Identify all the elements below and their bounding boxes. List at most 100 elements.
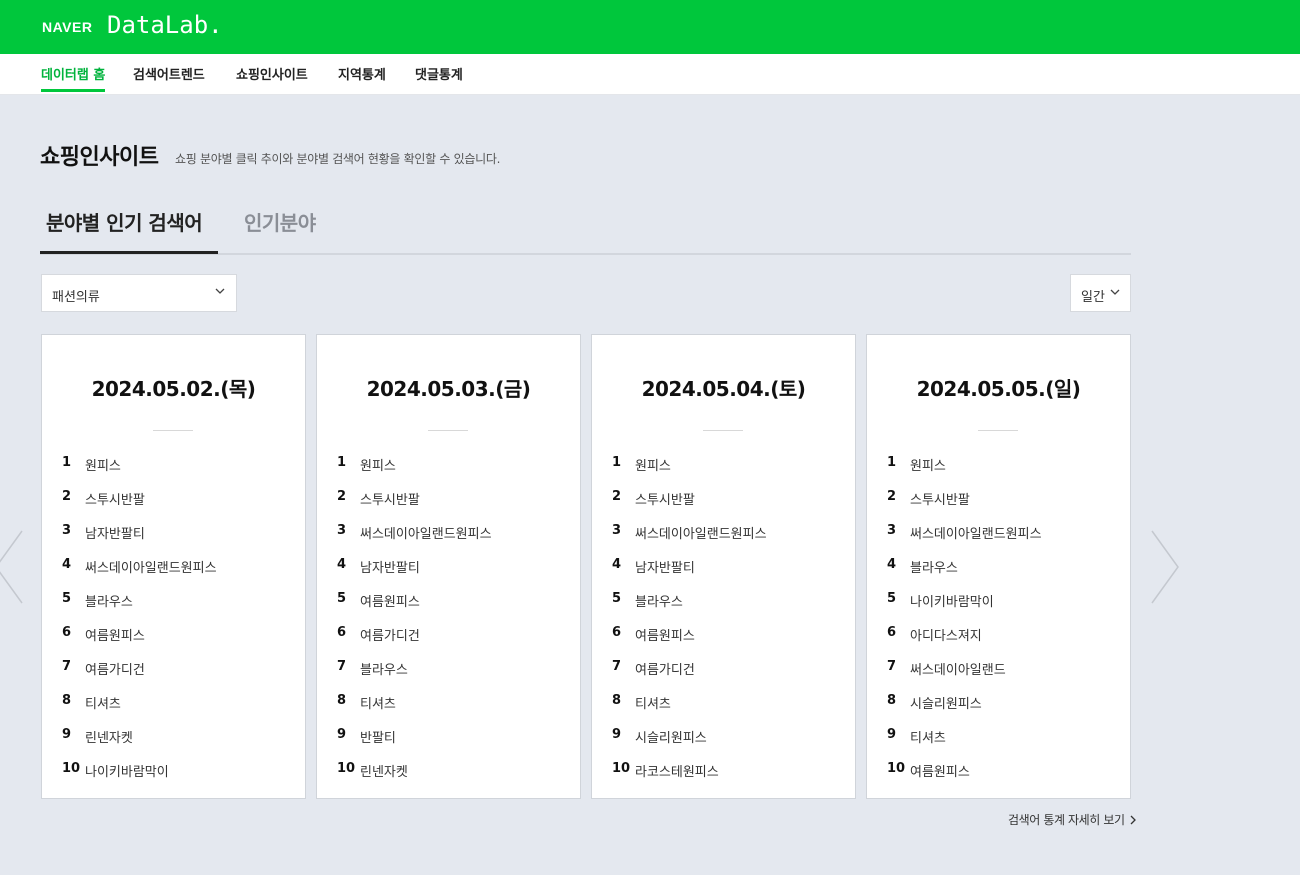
rank-item[interactable]: 3 남자반팔티: [42, 519, 305, 553]
rank-number: 2: [612, 489, 622, 504]
rank-keyword[interactable]: 남자반팔티: [85, 523, 145, 542]
rank-number: 10: [337, 761, 356, 776]
rank-keyword[interactable]: 여름원피스: [635, 625, 695, 644]
rank-keyword[interactable]: 써스데이아일랜드원피스: [85, 557, 217, 576]
rank-item[interactable]: 4 써스데이아일랜드원피스: [42, 553, 305, 587]
rank-item[interactable]: 10 여름원피스: [867, 757, 1130, 791]
rank-number: 4: [887, 557, 897, 572]
tab-popular-keywords[interactable]: 분야별 인기 검색어: [40, 205, 218, 254]
rank-keyword[interactable]: 라코스테원피스: [635, 761, 719, 780]
rank-keyword[interactable]: 써스데이아일랜드원피스: [360, 523, 492, 542]
card-date: 2024.05.05.(일): [916, 377, 1081, 401]
rank-keyword[interactable]: 원피스: [910, 455, 946, 474]
rank-keyword[interactable]: 린넨자켓: [85, 727, 133, 746]
card-divider: [428, 430, 468, 431]
rank-item[interactable]: 2 스투시반팔: [867, 485, 1130, 519]
rank-keyword[interactable]: 여름가디건: [360, 625, 420, 644]
rank-item[interactable]: 3 써스데이아일랜드원피스: [317, 519, 580, 553]
rank-keyword[interactable]: 여름원피스: [360, 591, 420, 610]
rank-keyword[interactable]: 시슬리원피스: [635, 727, 707, 746]
rank-item[interactable]: 5 나이키바람막이: [867, 587, 1130, 621]
rank-keyword[interactable]: 티셔츠: [85, 693, 121, 712]
keyword-stats-detail-link[interactable]: 검색어 통계 자세히 보기: [1008, 811, 1137, 828]
rank-keyword[interactable]: 여름가디건: [85, 659, 145, 678]
chevron-left-icon[interactable]: [0, 529, 24, 609]
rank-keyword[interactable]: 스투시반팔: [635, 489, 695, 508]
rank-item[interactable]: 2 스투시반팔: [317, 485, 580, 519]
period-select[interactable]: 일간: [1070, 274, 1131, 312]
rank-number: 6: [62, 625, 72, 640]
rank-item[interactable]: 7 써스데이아일랜드: [867, 655, 1130, 689]
category-select[interactable]: 패션의류: [41, 274, 237, 312]
rank-keyword[interactable]: 남자반팔티: [360, 557, 420, 576]
chevron-right-icon[interactable]: [1150, 529, 1180, 609]
rank-keyword[interactable]: 블라우스: [635, 591, 683, 610]
rank-item[interactable]: 1 원피스: [42, 451, 305, 485]
nav-item-comment-stats[interactable]: 댓글통계: [415, 64, 463, 92]
rank-item[interactable]: 1 원피스: [867, 451, 1130, 485]
naver-logo[interactable]: NAVER: [42, 19, 92, 35]
rank-keyword[interactable]: 스투시반팔: [360, 489, 420, 508]
rank-keyword[interactable]: 원피스: [635, 455, 671, 474]
rank-item[interactable]: 6 여름가디건: [317, 621, 580, 655]
rank-item[interactable]: 6 여름원피스: [592, 621, 855, 655]
rank-item[interactable]: 3 써스데이아일랜드원피스: [592, 519, 855, 553]
rank-keyword[interactable]: 블라우스: [360, 659, 408, 678]
rank-item[interactable]: 1 원피스: [317, 451, 580, 485]
rank-item[interactable]: 5 블라우스: [592, 587, 855, 621]
rank-item[interactable]: 9 시슬리원피스: [592, 723, 855, 757]
rank-item[interactable]: 10 라코스테원피스: [592, 757, 855, 791]
rank-keyword[interactable]: 나이키바람막이: [910, 591, 994, 610]
rank-keyword[interactable]: 아디다스져지: [910, 625, 982, 644]
rank-item[interactable]: 9 린넨자켓: [42, 723, 305, 757]
rank-item[interactable]: 8 티셔츠: [42, 689, 305, 723]
rank-item[interactable]: 7 여름가디건: [592, 655, 855, 689]
rank-keyword[interactable]: 티셔츠: [360, 693, 396, 712]
rank-keyword[interactable]: 블라우스: [85, 591, 133, 610]
rank-keyword[interactable]: 나이키바람막이: [85, 761, 169, 780]
rank-keyword[interactable]: 써스데이아일랜드원피스: [910, 523, 1042, 542]
rank-keyword[interactable]: 여름원피스: [910, 761, 970, 780]
rank-keyword[interactable]: 원피스: [85, 455, 121, 474]
rank-item[interactable]: 10 린넨자켓: [317, 757, 580, 791]
rank-item[interactable]: 8 티셔츠: [317, 689, 580, 723]
rank-keyword[interactable]: 써스데이아일랜드원피스: [635, 523, 767, 542]
rank-item[interactable]: 4 남자반팔티: [317, 553, 580, 587]
rank-keyword[interactable]: 린넨자켓: [360, 761, 408, 780]
rank-item[interactable]: 4 남자반팔티: [592, 553, 855, 587]
rank-keyword[interactable]: 써스데이아일랜드: [910, 659, 1006, 678]
nav-item-search-trend[interactable]: 검색어트렌드: [133, 64, 205, 92]
rank-item[interactable]: 4 블라우스: [867, 553, 1130, 587]
nav-item-shopping-insight[interactable]: 쇼핑인사이트: [236, 64, 308, 92]
rank-item[interactable]: 7 블라우스: [317, 655, 580, 689]
rank-item[interactable]: 10 나이키바람막이: [42, 757, 305, 791]
rank-item[interactable]: 2 스투시반팔: [42, 485, 305, 519]
rank-item[interactable]: 8 시슬리원피스: [867, 689, 1130, 723]
rank-keyword[interactable]: 원피스: [360, 455, 396, 474]
rank-keyword[interactable]: 스투시반팔: [85, 489, 145, 508]
rank-item[interactable]: 9 티셔츠: [867, 723, 1130, 757]
rank-number: 9: [337, 727, 347, 742]
rank-item[interactable]: 1 원피스: [592, 451, 855, 485]
rank-keyword[interactable]: 여름가디건: [635, 659, 695, 678]
nav-item-regional-stats[interactable]: 지역통계: [338, 64, 386, 92]
rank-item[interactable]: 8 티셔츠: [592, 689, 855, 723]
rank-keyword[interactable]: 반팔티: [360, 727, 396, 746]
rank-item[interactable]: 5 블라우스: [42, 587, 305, 621]
rank-keyword[interactable]: 스투시반팔: [910, 489, 970, 508]
rank-item[interactable]: 2 스투시반팔: [592, 485, 855, 519]
rank-item[interactable]: 6 아디다스져지: [867, 621, 1130, 655]
rank-keyword[interactable]: 여름원피스: [85, 625, 145, 644]
rank-keyword[interactable]: 남자반팔티: [635, 557, 695, 576]
rank-keyword[interactable]: 시슬리원피스: [910, 693, 982, 712]
datalab-logo[interactable]: DataLab.: [107, 11, 223, 39]
rank-keyword[interactable]: 블라우스: [910, 557, 958, 576]
rank-item[interactable]: 9 반팔티: [317, 723, 580, 757]
rank-item[interactable]: 7 여름가디건: [42, 655, 305, 689]
rank-item[interactable]: 3 써스데이아일랜드원피스: [867, 519, 1130, 553]
nav-item-datalab-home[interactable]: 데이터랩 홈: [41, 64, 106, 92]
rank-keyword[interactable]: 티셔츠: [910, 727, 946, 746]
rank-item[interactable]: 6 여름원피스: [42, 621, 305, 655]
rank-item[interactable]: 5 여름원피스: [317, 587, 580, 621]
rank-keyword[interactable]: 티셔츠: [635, 693, 671, 712]
